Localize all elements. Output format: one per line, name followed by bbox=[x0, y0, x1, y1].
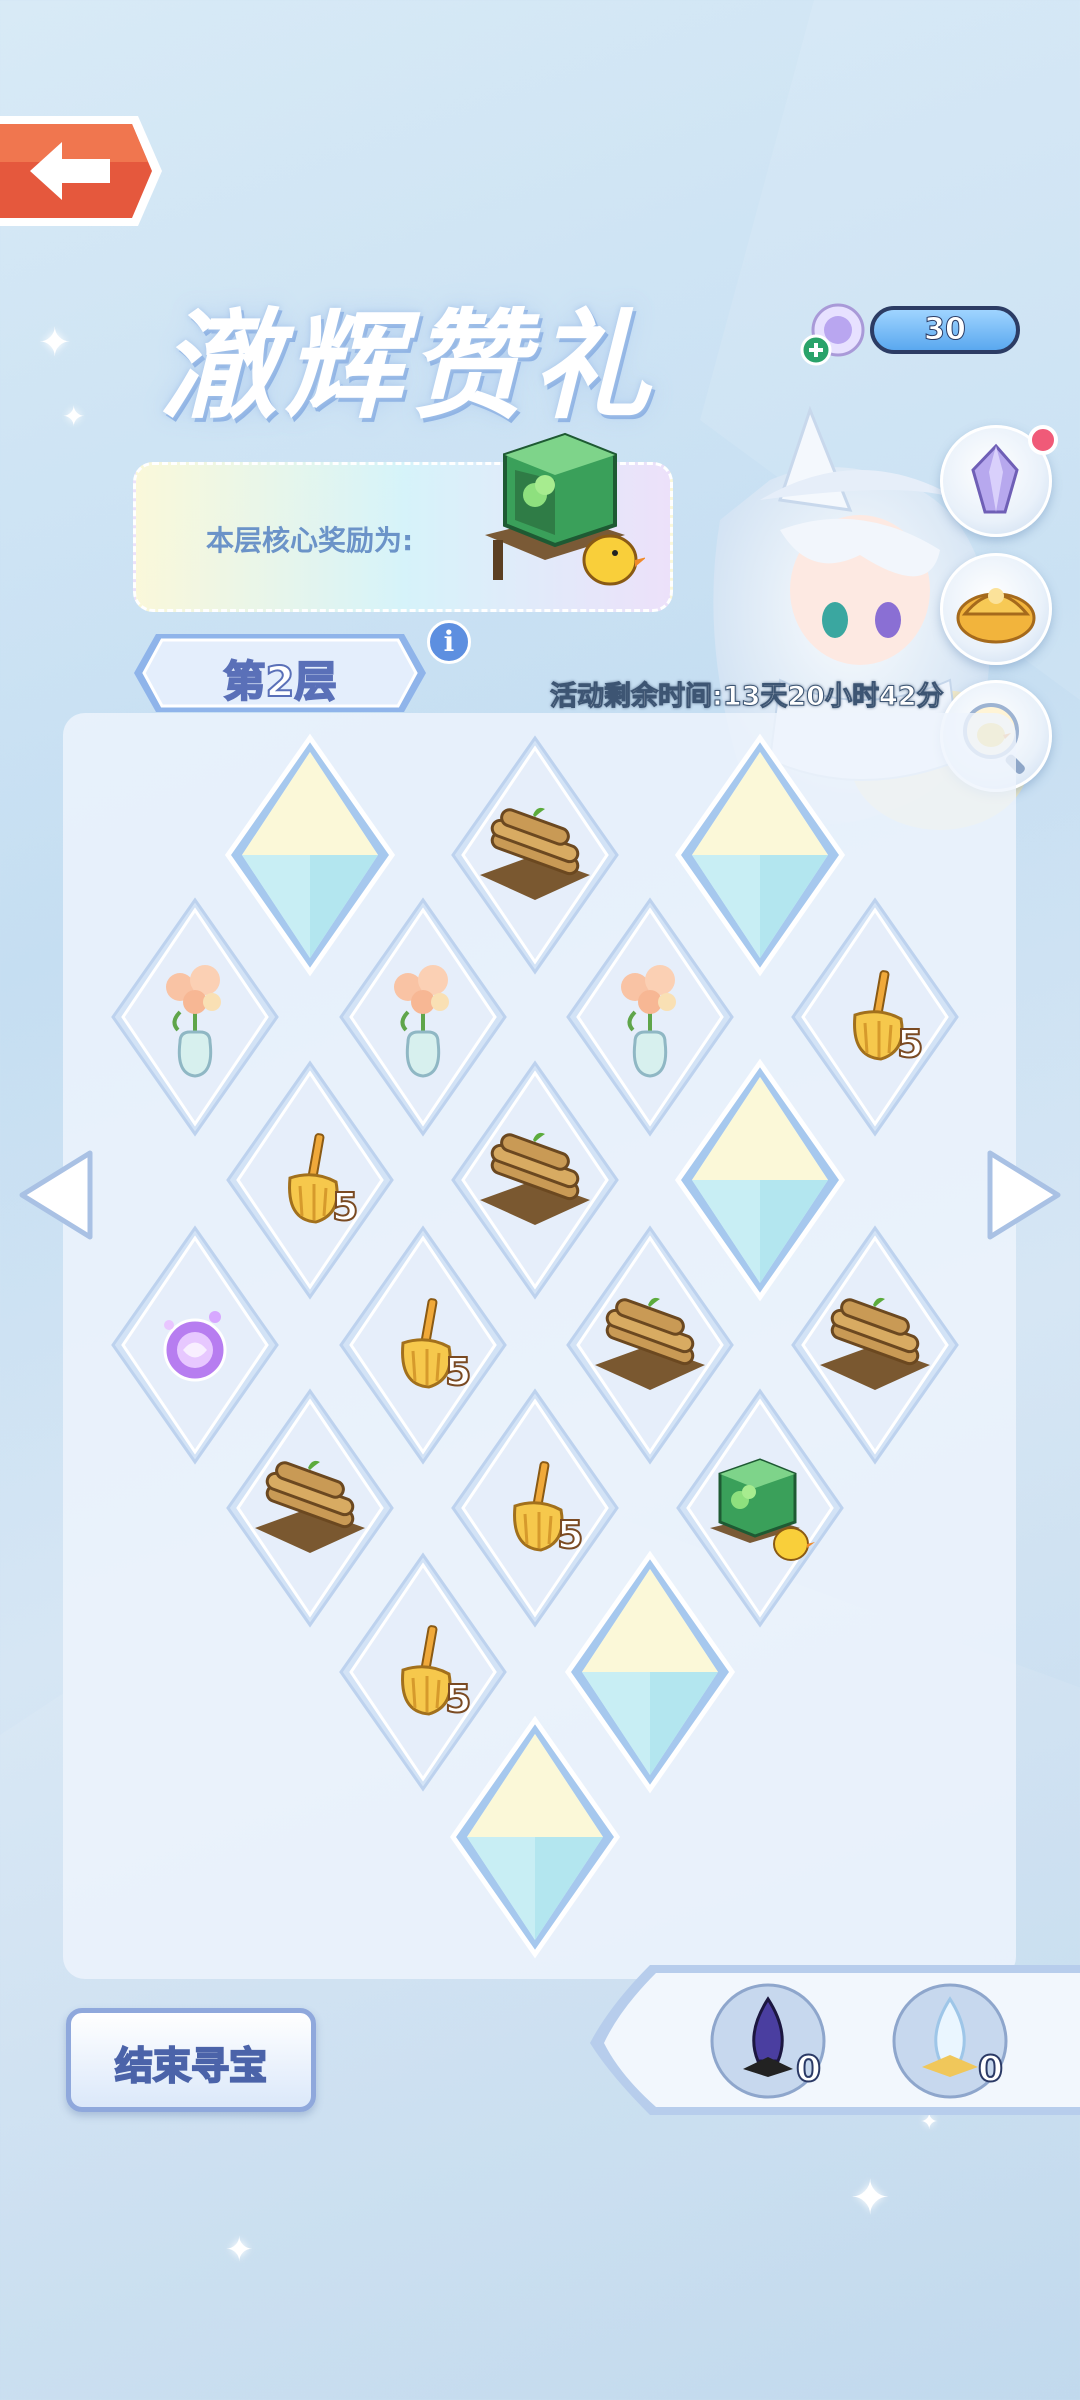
crystal-currency-icon bbox=[800, 298, 870, 368]
end-treasure-hunt-button[interactable]: 结束寻宝 bbox=[66, 2008, 316, 2112]
next-floor-arrow[interactable] bbox=[978, 1145, 1068, 1245]
currency-value: 30 bbox=[924, 312, 967, 348]
chevron-right-icon bbox=[987, 1150, 1061, 1240]
end-button-label: 结束寻宝 bbox=[114, 2043, 268, 2089]
prev-floor-arrow[interactable] bbox=[12, 1145, 102, 1245]
green-plant-cabinet-icon[interactable] bbox=[475, 415, 647, 595]
back-button[interactable] bbox=[0, 112, 165, 230]
event-timer: 活动剩余时间:13天20小时42分 bbox=[550, 681, 945, 713]
dark-crystal-count: 0 bbox=[795, 2048, 822, 2091]
sparkle-icon: ✦ bbox=[850, 2170, 891, 2226]
item-count: 5 bbox=[896, 1021, 924, 1067]
dark-crystal-slot[interactable]: 0 bbox=[708, 1981, 828, 2101]
back-arrow-icon bbox=[0, 116, 162, 226]
core-reward-label: 本层核心奖励为: bbox=[206, 524, 414, 557]
resource-bar: 0 0 bbox=[590, 1965, 1080, 2115]
sparkle-icon: ✦ bbox=[225, 2230, 254, 2270]
currency-display[interactable]: 30 bbox=[800, 300, 1030, 366]
chevron-left-icon bbox=[19, 1150, 93, 1240]
light-crystal-slot[interactable]: 0 bbox=[890, 1981, 1010, 2101]
sparkle-icon: ✦ bbox=[38, 320, 72, 366]
crystal-tile[interactable] bbox=[445, 1712, 625, 1962]
notification-dot bbox=[1028, 425, 1058, 455]
floor-tag: 第2层 bbox=[130, 628, 430, 718]
reward-chest-button[interactable] bbox=[940, 553, 1052, 665]
info-icon[interactable]: i bbox=[427, 620, 471, 664]
gold-chest-icon bbox=[956, 588, 1036, 644]
light-crystal-count: 0 bbox=[977, 2048, 1004, 2091]
sparkle-icon: ✦ bbox=[62, 400, 86, 433]
currency-bar: 30 bbox=[870, 306, 1020, 354]
floor-label: 第2层 bbox=[222, 656, 337, 707]
